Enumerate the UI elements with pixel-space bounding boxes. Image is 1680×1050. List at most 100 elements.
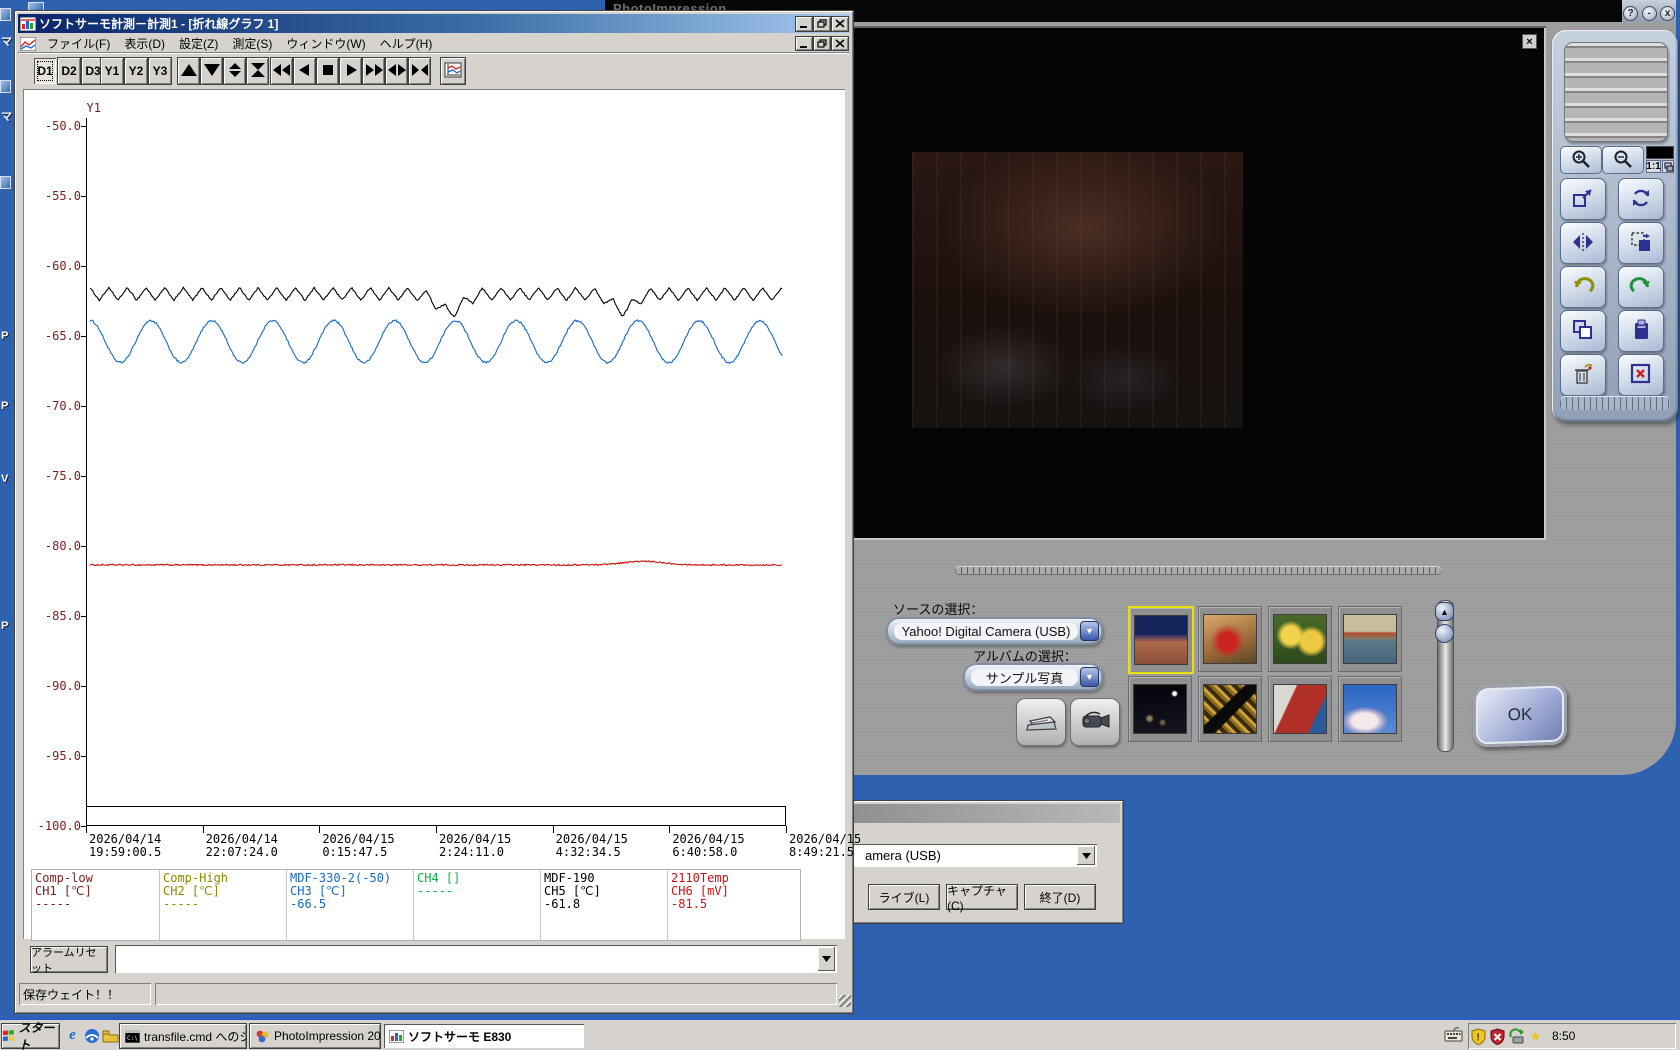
- rotate-button[interactable]: [1618, 178, 1664, 220]
- alarm-combobox[interactable]: [115, 945, 837, 973]
- scroll-ball[interactable]: [1435, 624, 1454, 643]
- crop-rotate-button[interactable]: [1618, 222, 1664, 264]
- thumbnail-harbor-town[interactable]: [1338, 606, 1402, 672]
- undo-button[interactable]: [1560, 266, 1606, 308]
- taskbar: スタート e C:\ transfile.cmd へのショート... PhotoIm…: [0, 1018, 1680, 1050]
- grip-ridge: [955, 566, 1441, 575]
- y-axis-label: -60.0: [44, 259, 81, 273]
- fit-window-icon[interactable]: [1662, 160, 1674, 173]
- y-axis-label: -80.0: [44, 539, 81, 553]
- y-axis-label: -50.0: [44, 119, 81, 133]
- crop-rotate-icon: [1629, 230, 1653, 257]
- desktop-icon-label-fragment: P: [1, 620, 9, 632]
- thumbnail-scrollbar[interactable]: [1437, 600, 1454, 752]
- quicklaunch-channels-icon[interactable]: [83, 1027, 100, 1044]
- series-ch5-line: [89, 286, 783, 318]
- taskbar-task-3[interactable]: ソフトサーモ E830: [384, 1024, 584, 1048]
- paste-icon: [1629, 318, 1653, 345]
- thumbnail-night-skyline[interactable]: [1128, 676, 1192, 742]
- alarm-band-box: [86, 806, 786, 826]
- zoom-out-button[interactable]: [1602, 146, 1644, 174]
- ok-button[interactable]: OK: [1473, 682, 1567, 748]
- chevron-down-icon[interactable]: ▼: [1080, 621, 1099, 641]
- panel-grip[interactable]: [1564, 42, 1668, 142]
- sky-clouds-image: [1343, 684, 1397, 734]
- tray-icons: ! ★: [1468, 1028, 1544, 1045]
- desktop-icon-label-fragment: マ: [1, 36, 12, 48]
- series-value: -----: [35, 897, 72, 911]
- album-select-dropdown[interactable]: サンプル写真 ▼: [963, 663, 1103, 691]
- x-tick-mark: [202, 826, 204, 833]
- quicklaunch-folder-icon[interactable]: [102, 1027, 119, 1044]
- paste-button[interactable]: [1618, 310, 1664, 352]
- zoom-in-button[interactable]: [1560, 146, 1602, 174]
- legend-ch6: 2110Temp CH6 [mV] -81.5: [667, 870, 794, 940]
- source-select-label: ソースの選択：: [893, 602, 984, 617]
- zoom-out-icon: [1614, 150, 1632, 168]
- panel-bottom-grip[interactable]: [1560, 396, 1670, 410]
- thumbnail-ship-flag[interactable]: [1268, 676, 1332, 742]
- camera-preview-area: ×: [833, 26, 1546, 540]
- chart-title: Y1: [86, 101, 101, 115]
- x-tick-mark: [552, 826, 554, 833]
- legend-ch4: CH4 [] -----: [413, 870, 540, 940]
- desktop-icon-label-fragment: V: [1, 473, 9, 485]
- taskbar-task-1[interactable]: C:\ transfile.cmd へのショート...: [120, 1024, 246, 1048]
- rotate-icon: [1629, 186, 1653, 213]
- scanner-source-button[interactable]: [1016, 698, 1066, 746]
- series-ch3-line: [89, 319, 783, 365]
- ok-button-label: OK: [1507, 704, 1533, 725]
- copy-button[interactable]: [1560, 310, 1606, 352]
- chevron-down-icon[interactable]: [818, 947, 835, 971]
- tray-shield-warning-icon[interactable]: !: [1470, 1027, 1487, 1045]
- y-axis-label: -85.0: [44, 609, 81, 623]
- actual-size-button[interactable]: 1:1: [1646, 160, 1661, 173]
- x-tick-mark: [319, 826, 321, 833]
- thumbnail-sky-clouds[interactable]: [1338, 676, 1402, 742]
- system-tray: ! ★ 8:50: [1468, 1023, 1676, 1049]
- tray-star-icon[interactable]: ★: [1527, 1028, 1544, 1045]
- exit-button[interactable]: 終了(D): [1025, 885, 1095, 909]
- video-camera-icon: [1082, 711, 1110, 728]
- keyboard-layout-icon[interactable]: [1444, 1027, 1463, 1045]
- scroll-up-button[interactable]: ▲: [1435, 602, 1454, 621]
- chevron-down-icon[interactable]: ▼: [1080, 667, 1099, 687]
- delete-button[interactable]: [1560, 354, 1606, 396]
- close-icon[interactable]: ×: [1522, 34, 1537, 49]
- thumbnail-cardinal-bird[interactable]: [1198, 606, 1262, 672]
- chevron-down-icon[interactable]: [1077, 846, 1095, 865]
- clock: 8:50: [1552, 1029, 1576, 1043]
- thumbnail-gold-weave[interactable]: [1198, 676, 1262, 742]
- source-select-dropdown[interactable]: Yahoo! Digital Camera (USB) ▼: [886, 617, 1103, 645]
- flip-horizontal-button[interactable]: [1560, 222, 1606, 264]
- task-label: PhotoImpression 2000: [274, 1029, 380, 1043]
- alarm-reset-button[interactable]: アラームリセット: [31, 947, 107, 975]
- live-button[interactable]: ライブ(L): [869, 885, 939, 909]
- minimize-button[interactable]: -: [1641, 5, 1657, 21]
- x-axis-label: 2026/04/15 8:49:21.5: [789, 832, 862, 859]
- resize-grip[interactable]: [839, 995, 851, 1007]
- x-tick-mark: [669, 826, 671, 833]
- remove-button[interactable]: [1618, 354, 1664, 396]
- y-axis-line: [86, 118, 87, 826]
- camera-source-button[interactable]: [1070, 698, 1120, 746]
- tray-shield-error-icon[interactable]: [1489, 1027, 1506, 1045]
- thumbnail-yellow-flowers[interactable]: [1268, 606, 1332, 672]
- album-select-value: サンプル写真: [971, 668, 1078, 686]
- capture-button[interactable]: キャプチャ(C): [947, 884, 1017, 913]
- taskbar-task-2[interactable]: PhotoImpression 2000: [250, 1024, 380, 1048]
- quicklaunch-ie-icon[interactable]: e: [64, 1027, 81, 1044]
- start-button[interactable]: スタート: [2, 1021, 59, 1050]
- y-axis-label: -90.0: [44, 679, 81, 693]
- help-button[interactable]: ?: [1623, 5, 1638, 21]
- redo-button[interactable]: [1618, 266, 1664, 308]
- softthermo-window: ソフトサーモ計測－計測1 - [折れ線グラフ 1] ファイル(F) 表示(D) 設定…: [14, 10, 861, 1014]
- desktop-icon-fragment: [0, 80, 11, 93]
- close-button[interactable]: x: [1660, 5, 1675, 21]
- legend-ch2: Comp-High CH2 [℃] -----: [159, 870, 286, 940]
- legend-ch1: Comp-low CH1 [℃] -----: [32, 870, 159, 940]
- resize-button[interactable]: [1560, 178, 1606, 220]
- tray-update-device-icon[interactable]: [1508, 1027, 1525, 1045]
- thumbnail-rock-spires[interactable]: [1128, 606, 1194, 674]
- cardinal-bird-image: [1203, 614, 1257, 664]
